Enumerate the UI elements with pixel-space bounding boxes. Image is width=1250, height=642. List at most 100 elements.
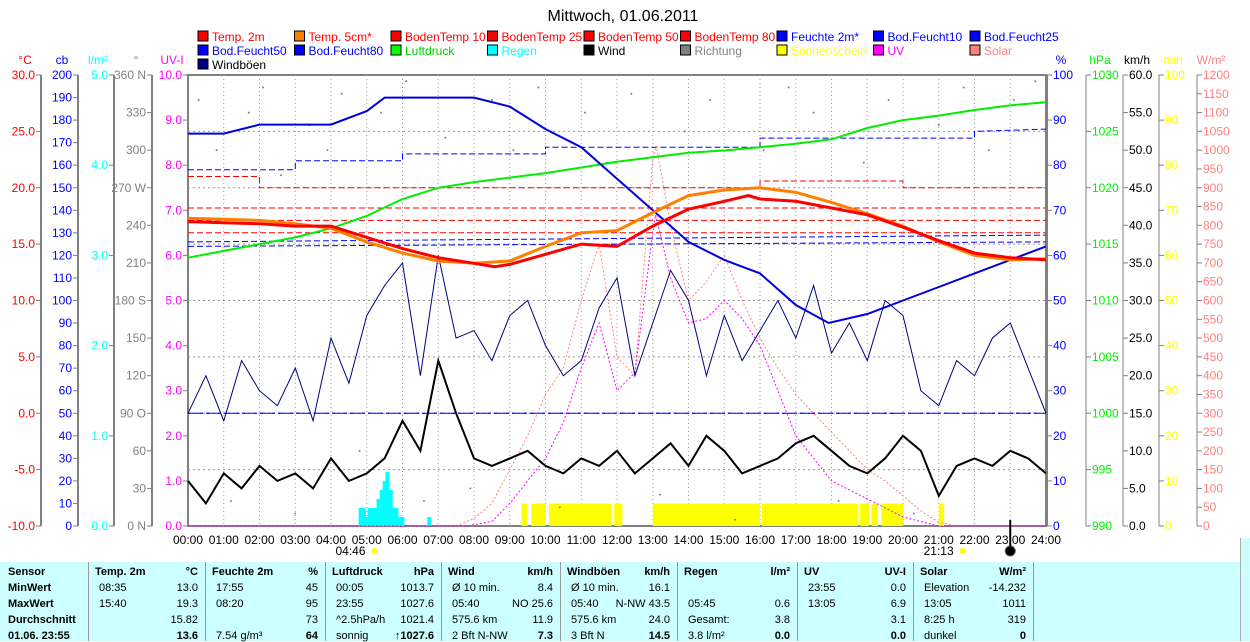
axis-tick-label: 50: [1165, 294, 1179, 308]
table-column: Windböen km/h Ø 10 min. 16.1 05:40 N-NW 43.5 5…: [560, 562, 678, 642]
axis-tick-label: 9.0: [165, 113, 182, 127]
statistics-table: Sensor MinWert MaxWert Durchschnitt 01.06. 2…: [0, 562, 1240, 642]
axis-tick-label: 30.0: [1129, 294, 1153, 308]
direction-dot: [733, 518, 736, 521]
axis-tick-label: 200: [1203, 444, 1223, 458]
direction-dot: [812, 111, 815, 114]
axis-tick-label: 3.0: [91, 248, 108, 262]
axis-tick-label: 140: [52, 203, 72, 217]
direction-dot: [469, 487, 472, 490]
axis-tick-label: 15.0: [1129, 406, 1153, 420]
sensor-column: Sensor MinWert MaxWert Durchschnitt 01.06. 2…: [0, 562, 88, 642]
axis-tick-label: 1020: [1092, 181, 1119, 195]
plot-area: [187, 74, 1047, 527]
legend-swatch: [680, 44, 691, 56]
x-tick-label: 14:00: [673, 533, 703, 547]
sunshine-bar: [652, 503, 760, 526]
legend-label: Solar: [984, 44, 1012, 58]
axis-tick-label: 3.0: [165, 384, 182, 398]
legend-swatch: [197, 58, 209, 70]
cell-value: 0.6: [774, 598, 790, 610]
cell-label: 8:25 h: [924, 614, 955, 626]
direction-dot: [490, 99, 493, 102]
legend-swatch: [197, 30, 209, 42]
direction-dot: [405, 80, 408, 83]
legend: Temp. 2m Temp. 5cm* BodenTemp 10 BodenTemp …: [197, 30, 1059, 72]
cell-value: 19.3: [176, 598, 198, 610]
vertical-scrollbar[interactable]: [1240, 538, 1250, 641]
direction-dot: [862, 161, 865, 164]
table-column: Solar W/m² Elevation -14.232 13:05 1011 8:25 h…: [913, 562, 1034, 642]
x-tick-label: 02:00: [244, 533, 274, 547]
axis-tick-label: 110: [53, 271, 72, 285]
direction-dot: [708, 99, 711, 102]
axis-tick-label: 330: [126, 106, 146, 120]
x-tick-label: 17:00: [781, 533, 811, 547]
axis-tick-label: 50.0: [1129, 143, 1153, 157]
legend-label: Bod.Feucht10: [888, 30, 963, 44]
legend-swatch: [487, 44, 498, 56]
table-column: Temp. 2m °C 08:35 13.0 15:40 19.3 15.82 13.6: [88, 562, 206, 642]
table-column: UV UV-I 23:55 0.0 13:05 6.9 3.1 0.0: [797, 562, 914, 642]
axis-tick-label: 70: [1165, 203, 1179, 217]
direction-dot: [1012, 99, 1015, 102]
axis-tick-label: 4.0: [91, 158, 108, 172]
sunshine-bar: [860, 503, 870, 526]
sunshine-bar: [521, 503, 528, 526]
cell-label: dunkel: [924, 630, 957, 642]
axis-tick-label: 50: [1053, 294, 1067, 308]
direction-dot: [537, 86, 540, 89]
axis-tick-label: 0.0: [1129, 519, 1146, 533]
cell-value: 3.8: [774, 614, 790, 626]
axis-tick-label: 35.0: [1129, 256, 1153, 270]
weather-chart: Mittwoch, 01.06.2011 Temp. 2m Temp. 5cm* B…: [8, 8, 1230, 558]
chart-title: Mittwoch, 01.06.2011: [548, 8, 699, 25]
axis-tick-label: 100: [1165, 68, 1185, 82]
axis-tick-label: 240: [126, 218, 146, 232]
axis-tick-label: 1200: [1203, 68, 1230, 82]
axis-tick-label: 10.0: [12, 294, 36, 308]
column-header: Luftdruck: [332, 566, 383, 578]
cell-value: 73: [305, 614, 318, 626]
axis-tick-label: 4.0: [165, 339, 182, 353]
axis-tick-label: 90: [59, 316, 73, 330]
axis-tick-label: 150: [126, 331, 146, 345]
axis-tick-label: 60: [1165, 248, 1179, 262]
axis-tick-label: 40: [59, 429, 73, 443]
cell-label: 05:40: [452, 598, 480, 610]
axis-tick-label: 30: [1053, 384, 1067, 398]
axis-tick-label: 1005: [1092, 350, 1119, 364]
axis-tick-label: 5.0: [91, 68, 108, 82]
axis-tick-label: 150: [1203, 463, 1223, 477]
cell-value: 7.3: [537, 630, 553, 642]
cell-value: 11.9: [532, 614, 553, 626]
direction-dot: [262, 86, 265, 89]
x-tick-label: 12:00: [602, 533, 632, 547]
axis-tick-label: 10: [1053, 474, 1067, 488]
column-unit: km/h: [527, 566, 553, 578]
axis-tick-label: 8.0: [165, 158, 182, 172]
legend-label: Luftdruck: [405, 44, 455, 58]
axis-tick-label: 40.0: [1129, 218, 1153, 232]
axis-tick-label: 150: [52, 181, 72, 195]
axis-tick-label: 90: [1053, 113, 1067, 127]
x-tick-label: 18:00: [816, 533, 846, 547]
legend-swatch: [969, 30, 981, 42]
direction-dot: [215, 149, 218, 152]
table-column: Regen l/m² 05:45 0.6 Gesamt: 3.8 3.8 l/m² 0.0: [677, 562, 798, 642]
x-tick-label: 19:00: [852, 533, 882, 547]
axis-tick-label: 600: [1203, 294, 1223, 308]
axis-tick-label: 90 O: [120, 406, 146, 420]
direction-dot: [1034, 80, 1037, 83]
sunshine-bar: [531, 503, 546, 526]
cell-label: Ø 10 min.: [452, 582, 500, 594]
axis-tick-label: 700: [1203, 256, 1223, 270]
legend-label: Bod.Feucht25: [984, 30, 1059, 44]
axis-tick-label: 20.0: [1129, 369, 1153, 383]
axis-unit: %: [1056, 53, 1067, 67]
axis-tick-label: 100: [1203, 481, 1223, 495]
axis-tick-label: 5.0: [18, 350, 35, 364]
axis-tick-label: -10.0: [8, 519, 36, 533]
direction-dot: [558, 506, 561, 509]
legend-swatch: [197, 44, 209, 56]
